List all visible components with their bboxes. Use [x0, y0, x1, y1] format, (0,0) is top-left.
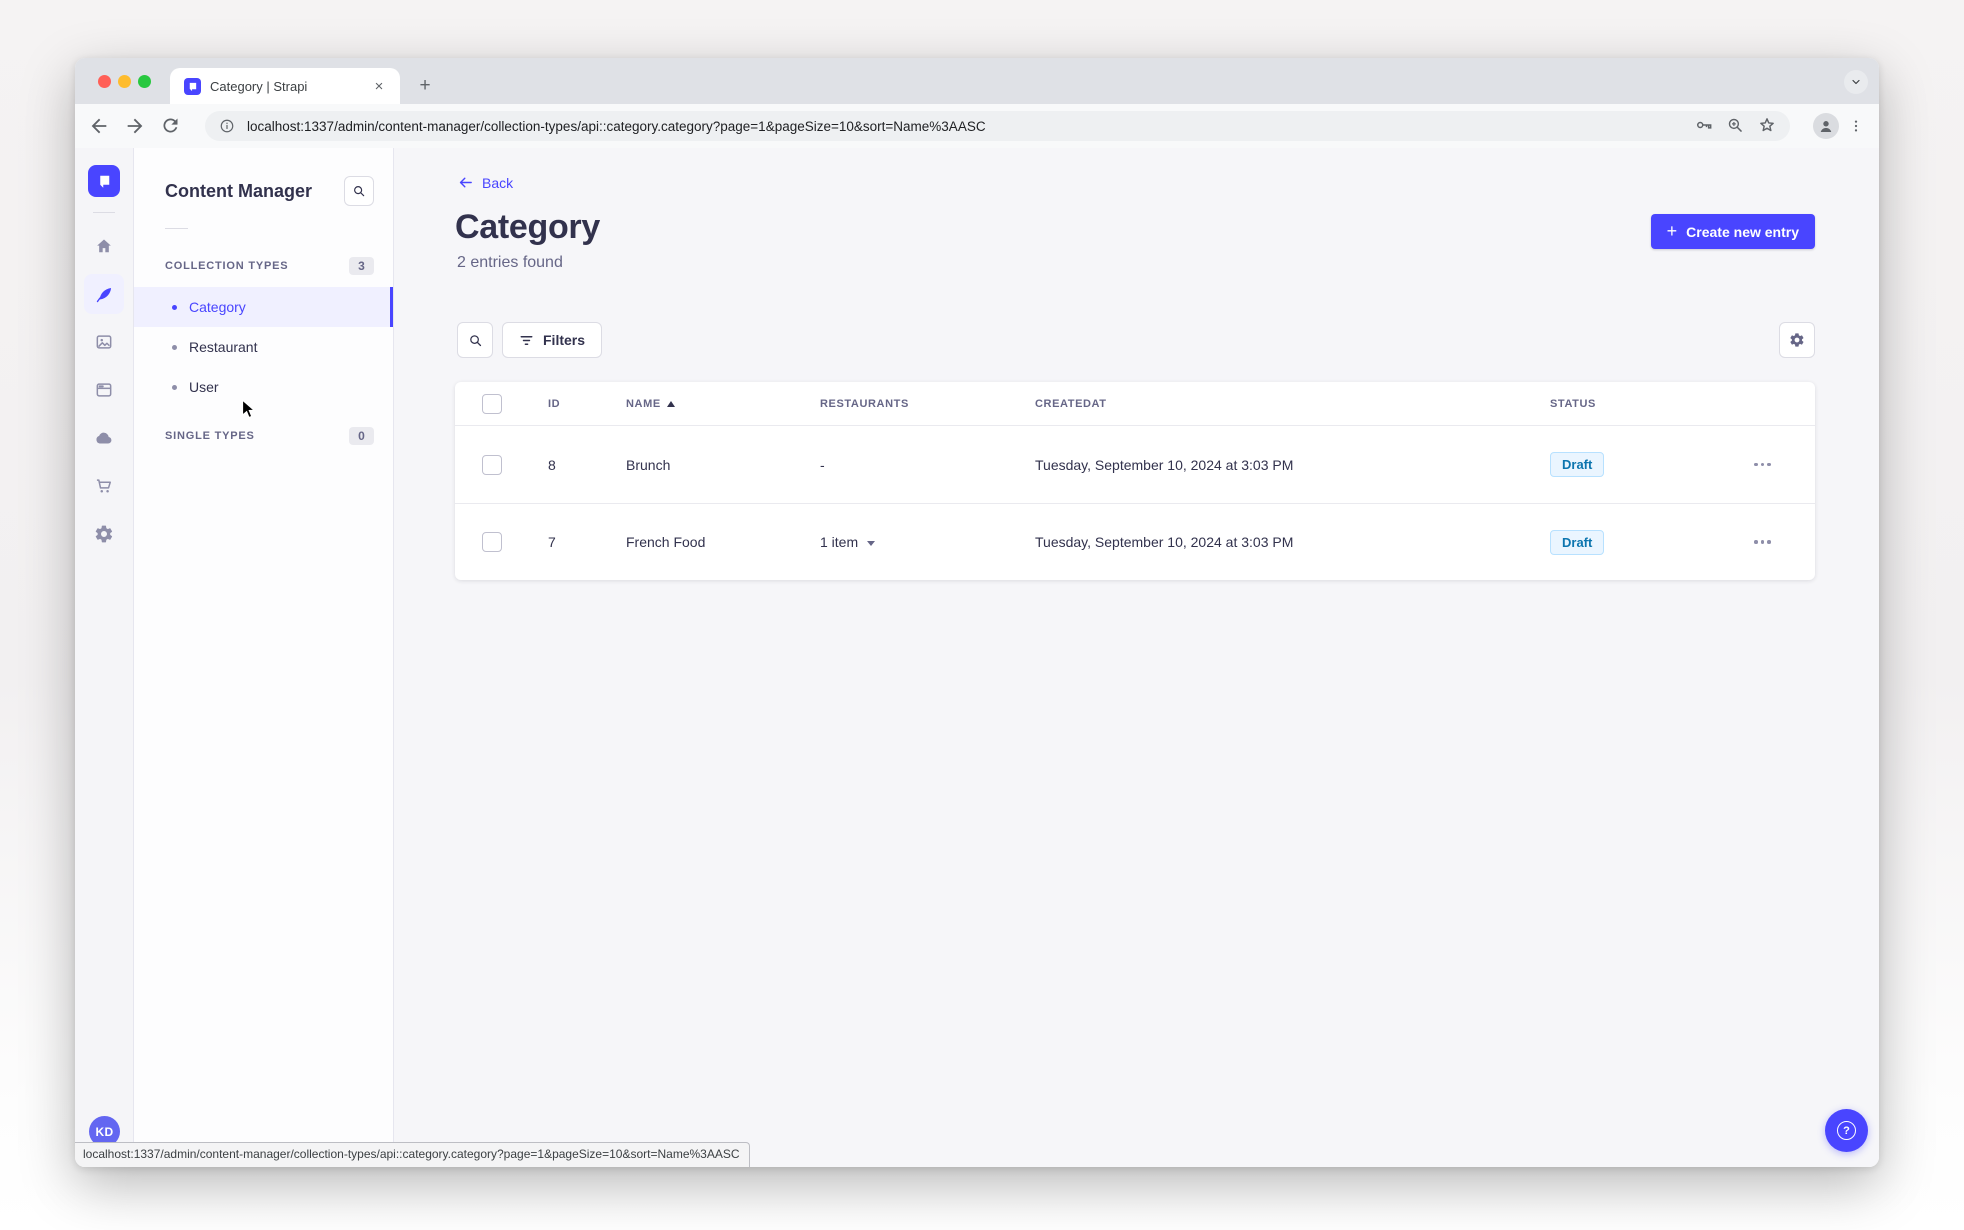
main-content: Back Category 2 entries found + Create n…: [394, 148, 1879, 1167]
marketplace-cart-icon[interactable]: [84, 466, 124, 506]
column-header-restaurants[interactable]: RESTAURANTS: [820, 398, 1035, 410]
strapi-logo[interactable]: [88, 165, 120, 197]
url-bar[interactable]: localhost:1337/admin/content-manager/col…: [205, 111, 1790, 141]
cell-createdat: Tuesday, September 10, 2024 at 3:03 PM: [1035, 534, 1294, 550]
reload-icon[interactable]: [160, 115, 182, 137]
browser-menu-icon[interactable]: [1845, 115, 1867, 137]
cell-id: 8: [548, 456, 556, 473]
url-text[interactable]: localhost:1337/admin/content-manager/col…: [247, 119, 986, 134]
entries-table: ID NAME RESTAURANTS CREATEDAT STATUS 8 B…: [455, 382, 1815, 580]
back-link[interactable]: Back: [457, 174, 513, 191]
column-header-status[interactable]: STATUS: [1550, 398, 1710, 410]
minimize-window-button[interactable]: [118, 75, 131, 88]
create-new-entry-button[interactable]: + Create new entry: [1650, 214, 1815, 249]
maximize-window-button[interactable]: [138, 75, 151, 88]
subnav-item-category[interactable]: Category: [134, 287, 393, 327]
single-types-label: SINGLE TYPES: [165, 430, 255, 442]
close-window-button[interactable]: [98, 75, 111, 88]
select-all-checkbox[interactable]: [482, 393, 502, 414]
sort-ascending-icon: [666, 400, 675, 407]
new-tab-button[interactable]: +: [413, 74, 437, 98]
subnav-title: Content Manager: [165, 180, 313, 201]
question-mark-icon: ?: [1837, 1121, 1856, 1140]
passwords-key-icon[interactable]: [1694, 115, 1714, 135]
create-button-label: Create new entry: [1686, 223, 1799, 240]
subnav-divider: [165, 228, 188, 229]
content-manager-feather-icon[interactable]: [84, 274, 124, 314]
forward-nav-icon[interactable]: [124, 115, 146, 137]
cell-name: French Food: [626, 534, 706, 550]
browser-profile-avatar[interactable]: [1813, 113, 1839, 139]
row-checkbox[interactable]: [482, 454, 502, 475]
filters-button[interactable]: Filters: [502, 322, 603, 358]
row-checkbox[interactable]: [482, 532, 502, 552]
entries-count: 2 entries found: [457, 254, 563, 271]
cell-name: Brunch: [626, 456, 671, 473]
subnav-search-button[interactable]: [344, 176, 374, 206]
filter-icon: [520, 335, 533, 345]
status-badge: Draft: [1550, 452, 1605, 477]
table-row-brunch[interactable]: 8 Brunch - Tuesday, September 10, 2024 a…: [455, 426, 1815, 503]
back-label: Back: [482, 174, 514, 191]
row-actions-icon[interactable]: [1754, 540, 1771, 544]
table-header-row: ID NAME RESTAURANTS CREATEDAT STATUS: [455, 382, 1815, 426]
zoom-in-icon[interactable]: [1726, 116, 1745, 135]
content-manager-subnav: Content Manager COLLECTION TYPES 3 Categ…: [134, 148, 394, 1167]
tab-title: Category | Strapi: [210, 78, 308, 94]
column-header-id[interactable]: ID: [530, 398, 626, 410]
plus-icon: +: [1666, 220, 1678, 241]
tab-close-icon[interactable]: ×: [370, 77, 388, 95]
status-badge: Draft: [1550, 529, 1605, 555]
media-library-icon[interactable]: [84, 322, 124, 362]
subnav-item-user[interactable]: User: [134, 367, 393, 407]
cell-id: 7: [548, 534, 556, 550]
mouse-cursor: [241, 399, 258, 421]
single-types-count-badge: 0: [349, 427, 374, 445]
strapi-app: KD Content Manager COLLECTION TYPES 3 Ca…: [75, 148, 1879, 1167]
main-nav-rail: KD: [75, 148, 134, 1167]
bullet-icon: [172, 344, 177, 350]
tab-search-chevron-icon[interactable]: [1844, 70, 1868, 94]
row-actions-icon[interactable]: [1754, 462, 1771, 467]
site-info-icon[interactable]: [219, 118, 235, 134]
bullet-icon: [172, 384, 177, 390]
browser-tab[interactable]: Category | Strapi ×: [170, 68, 400, 104]
home-icon[interactable]: [84, 226, 124, 266]
filters-label: Filters: [543, 332, 586, 348]
subnav-item-label: Restaurant: [189, 339, 258, 355]
bullet-icon: [172, 304, 177, 310]
browser-window: Category | Strapi × + localhost:1337/adm…: [75, 58, 1879, 1167]
status-bar-url: localhost:1337/admin/content-manager/col…: [75, 1142, 750, 1167]
browser-tab-bar: Category | Strapi × +: [75, 58, 1879, 104]
cell-createdat: Tuesday, September 10, 2024 at 3:03 PM: [1035, 456, 1294, 473]
arrow-left-icon: [459, 177, 472, 188]
column-header-name[interactable]: NAME: [626, 398, 820, 410]
back-nav-icon[interactable]: [88, 115, 110, 137]
settings-gear-icon[interactable]: [84, 514, 124, 554]
page-title: Category: [455, 208, 600, 246]
column-header-createdat[interactable]: CREATEDAT: [1035, 398, 1550, 410]
chevron-down-icon: [867, 540, 876, 546]
subnav-item-restaurant[interactable]: Restaurant: [134, 327, 393, 367]
collection-types-label: COLLECTION TYPES: [165, 260, 289, 272]
collection-types-count-badge: 3: [349, 257, 374, 275]
view-settings-gear-button[interactable]: [1779, 322, 1815, 358]
help-button[interactable]: ?: [1825, 1109, 1868, 1152]
browser-toolbar: localhost:1337/admin/content-manager/col…: [75, 104, 1879, 148]
rail-divider: [93, 212, 115, 213]
table-search-button[interactable]: [457, 322, 493, 358]
table-row-french-food[interactable]: 7 French Food 1 item Tuesday, September …: [455, 503, 1815, 580]
subnav-item-label: Category: [189, 299, 246, 315]
strapi-favicon-icon: [184, 77, 201, 95]
bookmark-star-icon[interactable]: [1757, 115, 1777, 135]
deploy-cloud-icon[interactable]: [84, 418, 124, 458]
subnav-item-label: User: [189, 379, 219, 395]
cell-restaurants: -: [820, 456, 825, 473]
cell-restaurants-toggle[interactable]: 1 item: [820, 534, 1035, 550]
content-type-builder-layout-icon[interactable]: [84, 370, 124, 410]
